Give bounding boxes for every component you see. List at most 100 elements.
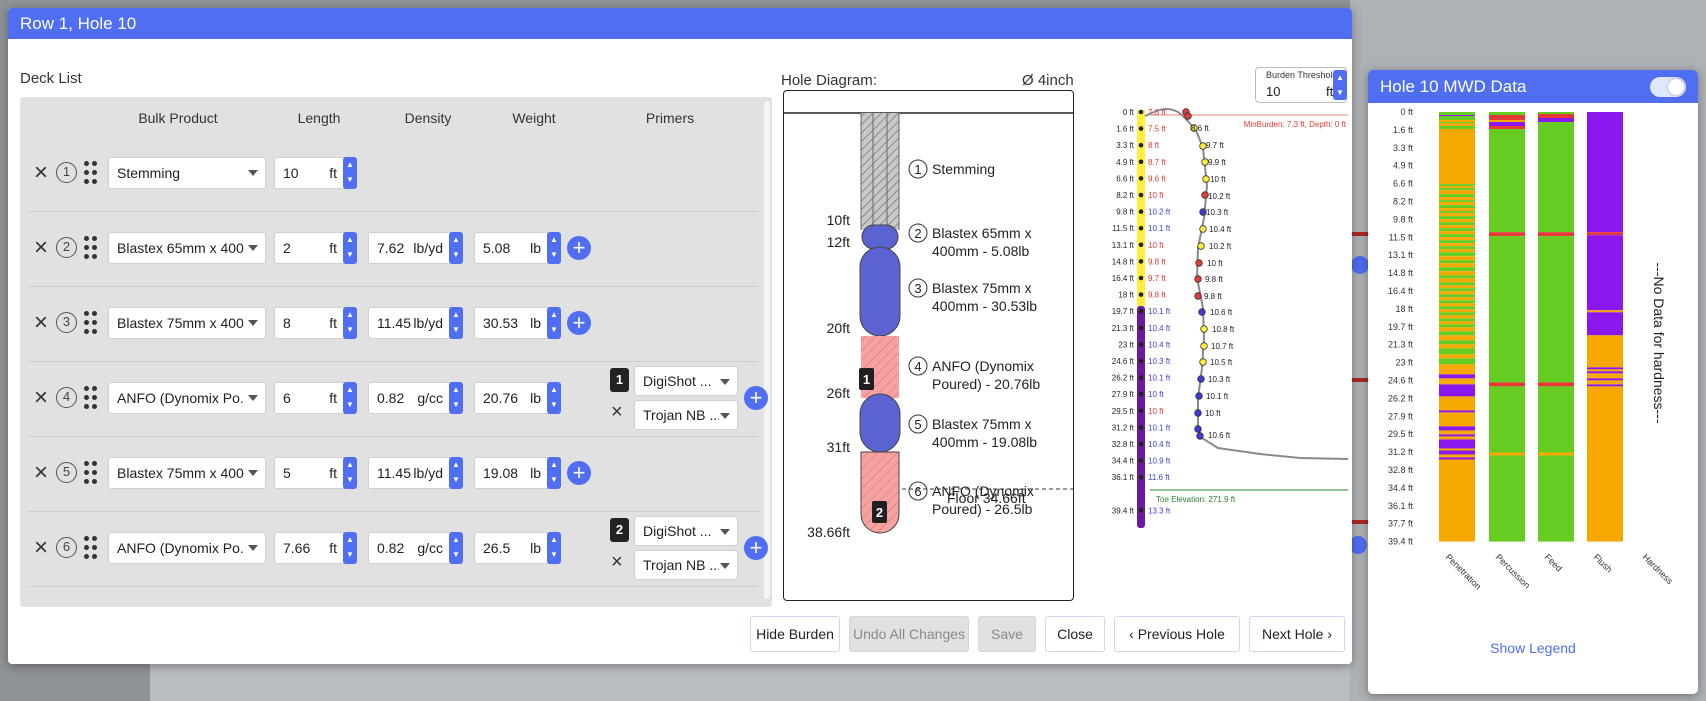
undo-all-changes-button[interactable]: Undo All Changes bbox=[849, 616, 969, 652]
spinner-icon[interactable]: ▲ ▼ bbox=[1333, 70, 1347, 100]
hide-burden-button[interactable]: Hide Burden bbox=[750, 616, 840, 652]
spinner-icon[interactable]: ▲ ▼ bbox=[449, 457, 463, 489]
burden-value-label: 8 ft bbox=[1148, 141, 1160, 150]
remove-primer-icon[interactable]: × bbox=[611, 402, 623, 422]
drag-handle-icon[interactable] bbox=[84, 161, 98, 185]
length-input[interactable]: 8 ft ▲ ▼ bbox=[274, 307, 357, 339]
drag-handle-icon[interactable] bbox=[84, 461, 98, 485]
mwd-band bbox=[1439, 457, 1475, 460]
mwd-band bbox=[1489, 455, 1525, 542]
density-input[interactable]: 11.45 lb/yd ▲ ▼ bbox=[368, 307, 463, 339]
weight-input[interactable]: 30.53 lb ▲ ▼ bbox=[474, 307, 561, 339]
burden-depth-tick: 6.6 ft bbox=[1116, 174, 1135, 183]
spinner-icon[interactable]: ▲ ▼ bbox=[343, 382, 357, 414]
spinner-icon[interactable]: ▲ ▼ bbox=[547, 307, 561, 339]
spinner-icon[interactable]: ▲ ▼ bbox=[343, 307, 357, 339]
density-input[interactable]: 0.82 g/cc ▲ ▼ bbox=[368, 382, 463, 414]
weight-input[interactable]: 26.5 lb ▲ ▼ bbox=[474, 532, 561, 564]
burden-profile-label: 10 ft bbox=[1207, 259, 1223, 268]
remove-deck-icon[interactable]: × bbox=[30, 310, 52, 336]
spinner-icon[interactable]: ▲ ▼ bbox=[449, 232, 463, 264]
spinner-icon[interactable]: ▲ ▼ bbox=[343, 532, 357, 564]
burden-depth-dot bbox=[1138, 425, 1144, 430]
density-input[interactable]: 0.82 g/cc ▲ ▼ bbox=[368, 532, 463, 564]
burden-depth-dot bbox=[1138, 292, 1144, 297]
drag-handle-icon[interactable] bbox=[84, 311, 98, 335]
bulk-product-select[interactable]: Stemming bbox=[108, 157, 266, 189]
bulk-product-select[interactable]: Blastex 75mm x 400... bbox=[108, 307, 266, 339]
previous-hole-button[interactable]: ‹ Previous Hole bbox=[1114, 616, 1240, 652]
show-legend-link[interactable]: Show Legend bbox=[1368, 640, 1698, 656]
add-primer-button[interactable]: + bbox=[744, 386, 768, 410]
length-input[interactable]: 6 ft ▲ ▼ bbox=[274, 382, 357, 414]
burden-profile-label: 10.6 ft bbox=[1208, 431, 1231, 440]
mwd-band bbox=[1439, 312, 1475, 316]
primer-detonator-select[interactable]: DigiShot ... bbox=[634, 366, 738, 396]
spinner-icon[interactable]: ▲ ▼ bbox=[449, 532, 463, 564]
burden-point bbox=[1195, 392, 1203, 400]
remove-primer-icon[interactable]: × bbox=[611, 552, 623, 572]
mwd-band bbox=[1439, 348, 1475, 355]
spinner-icon[interactable]: ▲ ▼ bbox=[343, 157, 357, 189]
mwd-band bbox=[1439, 285, 1475, 289]
spinner-icon[interactable]: ▲ ▼ bbox=[343, 232, 357, 264]
weight-input[interactable]: 19.08 lb ▲ ▼ bbox=[474, 457, 561, 489]
spinner-icon[interactable]: ▲ ▼ bbox=[449, 382, 463, 414]
weight-input[interactable]: 5.08 lb ▲ ▼ bbox=[474, 232, 561, 264]
burden-profile-label: 8.6 ft bbox=[1191, 124, 1210, 133]
drag-handle-icon[interactable] bbox=[84, 386, 98, 410]
burden-value-label: 7.5 ft bbox=[1148, 125, 1167, 134]
drag-handle-icon[interactable] bbox=[84, 236, 98, 260]
add-primer-button[interactable]: + bbox=[567, 236, 591, 260]
length-input[interactable]: 5 ft ▲ ▼ bbox=[274, 457, 357, 489]
length-input[interactable]: 2 ft ▲ ▼ bbox=[274, 232, 357, 264]
spinner-icon[interactable]: ▲ ▼ bbox=[547, 532, 561, 564]
mwd-band bbox=[1489, 232, 1525, 237]
deck-list-scrollbar[interactable] bbox=[764, 101, 770, 599]
burden-depth-tick: 31.2 ft bbox=[1112, 423, 1135, 432]
burden-depth-dot bbox=[1138, 192, 1144, 198]
density-input[interactable]: 11.45 lb/yd ▲ ▼ bbox=[368, 457, 463, 489]
deck-row: × 5 Blastex 75mm x 400... 5 ft ▲ ▼ 11.45 lb/… bbox=[28, 437, 759, 512]
add-primer-button[interactable]: + bbox=[567, 311, 591, 335]
length-input[interactable]: 10 ft ▲ ▼ bbox=[274, 157, 357, 189]
burden-depth-dot bbox=[1138, 375, 1144, 380]
primer-marker-label: 2 bbox=[876, 505, 883, 520]
burden-threshold-input[interactable]: Burden Threshold 10 ft ▲ ▼ bbox=[1255, 67, 1347, 103]
save-button[interactable]: Save bbox=[978, 616, 1036, 652]
spinner-icon[interactable]: ▲ ▼ bbox=[547, 232, 561, 264]
weight-input[interactable]: 20.76 lb ▲ ▼ bbox=[474, 382, 561, 414]
mwd-toggle[interactable] bbox=[1650, 77, 1686, 97]
bulk-product-select[interactable]: Blastex 65mm x 400... bbox=[108, 232, 266, 264]
remove-deck-icon[interactable]: × bbox=[30, 160, 52, 186]
remove-deck-icon[interactable]: × bbox=[30, 460, 52, 486]
add-primer-button[interactable]: + bbox=[567, 461, 591, 485]
header-primers: Primers bbox=[645, 110, 695, 126]
drag-handle-icon[interactable] bbox=[84, 536, 98, 560]
primer-booster-select[interactable]: Trojan NB ... bbox=[634, 400, 738, 430]
add-primer-button[interactable]: + bbox=[744, 536, 768, 560]
remove-deck-icon[interactable]: × bbox=[30, 535, 52, 561]
remove-deck-icon[interactable]: × bbox=[30, 385, 52, 411]
spinner-icon[interactable]: ▲ ▼ bbox=[547, 382, 561, 414]
close-button[interactable]: Close bbox=[1045, 616, 1105, 652]
primer-booster-select[interactable]: Trojan NB ... bbox=[634, 550, 738, 580]
burden-value-label: 9.8 ft bbox=[1148, 291, 1167, 300]
bulk-product-select[interactable]: ANFO (Dynomix Po... bbox=[108, 532, 266, 564]
next-hole-button[interactable]: Next Hole › bbox=[1249, 616, 1345, 652]
remove-deck-icon[interactable]: × bbox=[30, 235, 52, 261]
primer-detonator-select[interactable]: DigiShot ... bbox=[634, 516, 738, 546]
mwd-band bbox=[1439, 200, 1475, 203]
spinner-icon[interactable]: ▲ ▼ bbox=[449, 307, 463, 339]
deck-row: × 4 ANFO (Dynomix Po... 6 ft ▲ ▼ 0.82 g/cc ▲ ▼… bbox=[28, 362, 768, 437]
mwd-band bbox=[1439, 208, 1475, 212]
mwd-band bbox=[1439, 260, 1475, 264]
deck-number: 6 bbox=[914, 484, 921, 499]
spinner-icon[interactable]: ▲ ▼ bbox=[547, 457, 561, 489]
spinner-icon[interactable]: ▲ ▼ bbox=[343, 457, 357, 489]
mwd-band bbox=[1439, 358, 1475, 365]
bulk-product-select[interactable]: ANFO (Dynomix Po... bbox=[108, 382, 266, 414]
bulk-product-select[interactable]: Blastex 75mm x 400... bbox=[108, 457, 266, 489]
length-input[interactable]: 7.66 ft ▲ ▼ bbox=[274, 532, 357, 564]
density-input[interactable]: 7.62 lb/yd ▲ ▼ bbox=[368, 232, 463, 264]
